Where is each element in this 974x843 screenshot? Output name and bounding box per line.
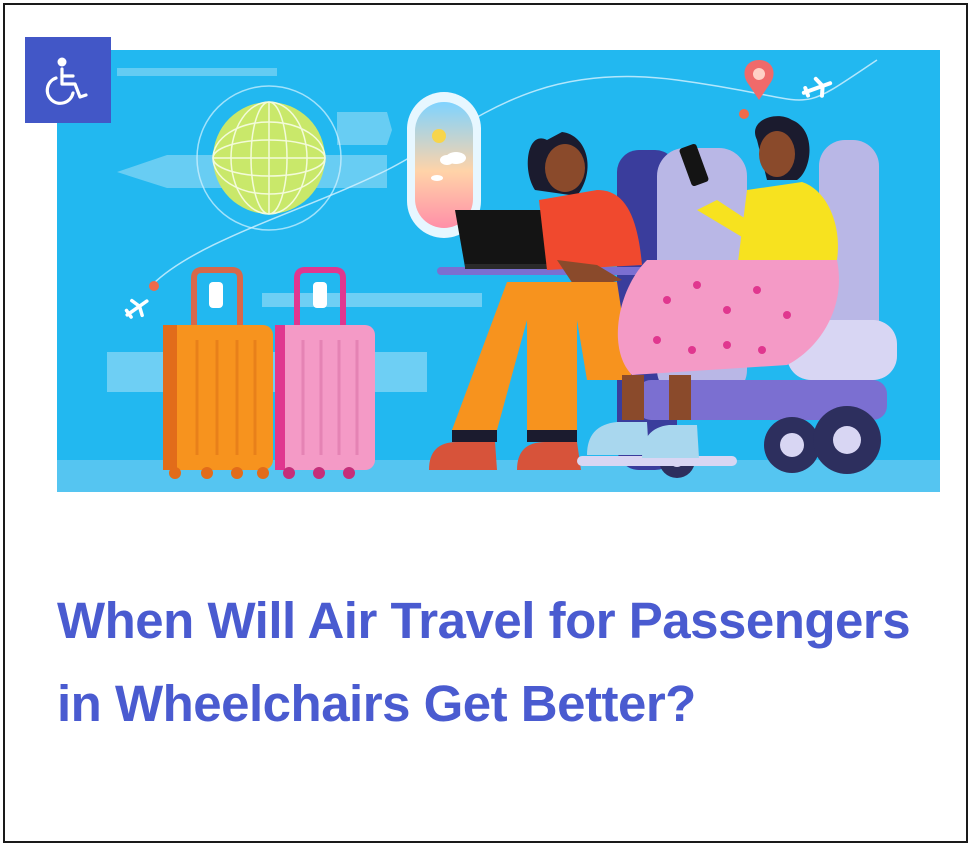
wheelchair-icon [45, 57, 88, 105]
globe-icon [196, 85, 342, 231]
article-card[interactable]: When Will Air Travel for Passengers in W… [3, 3, 968, 843]
hero-illustration-svg [57, 50, 940, 492]
wheelchair-accessibility-icon[interactable] [25, 37, 111, 123]
hero-illustration[interactable] [57, 50, 940, 492]
article-title[interactable]: When Will Air Travel for Passengers in W… [57, 579, 937, 745]
